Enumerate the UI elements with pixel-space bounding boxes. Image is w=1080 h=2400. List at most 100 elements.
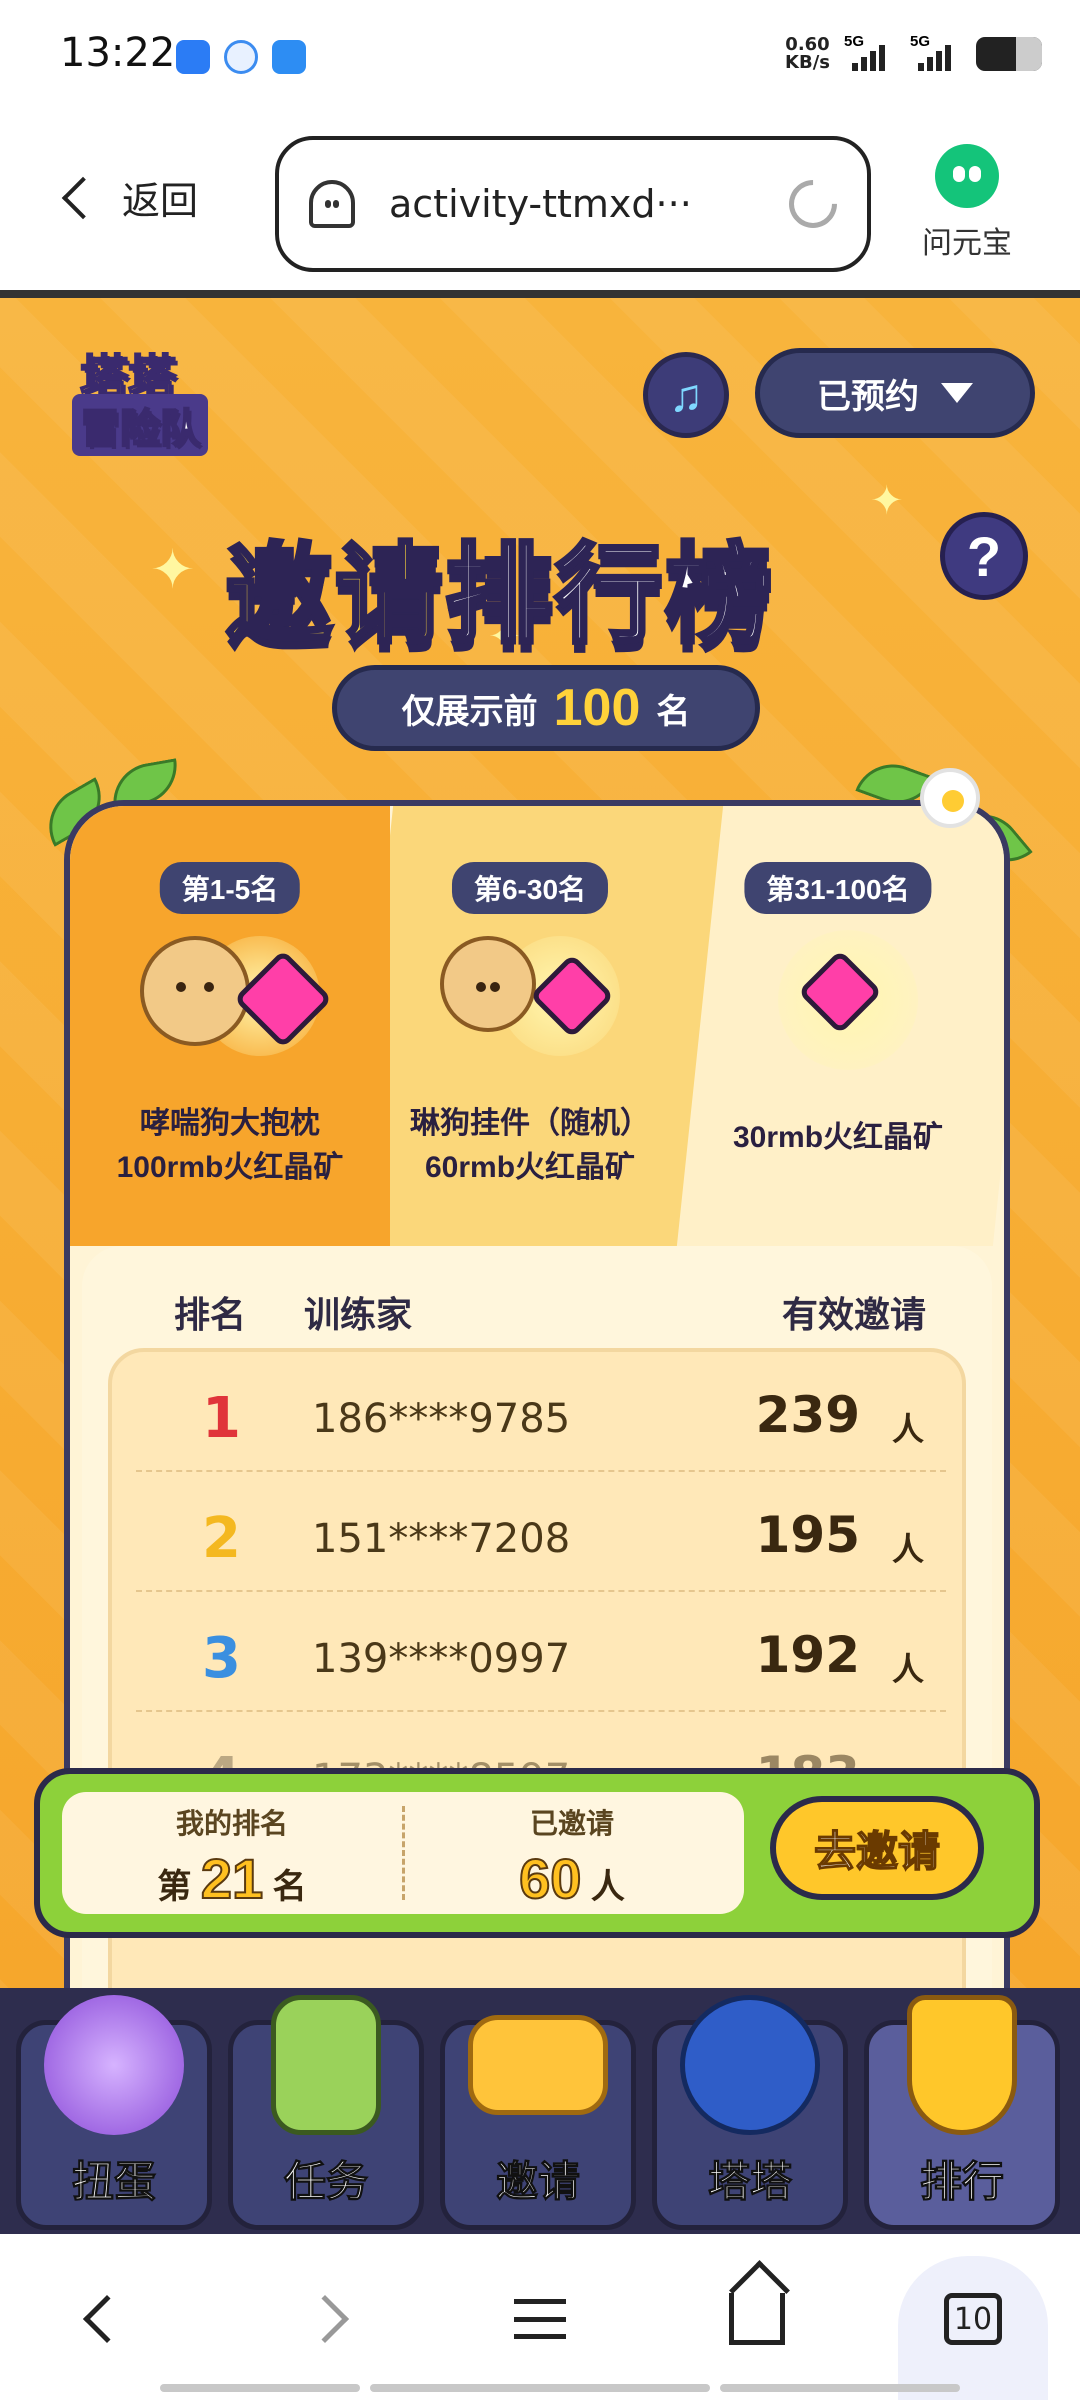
table-row: 1 186****9785 239 人 [112, 1352, 970, 1472]
signal-icon: 5G [910, 33, 962, 71]
ranking-table: 排名 训练家 有效邀请 1 186****9785 239 人 2 151***… [82, 1246, 992, 2094]
reward-image [130, 926, 333, 1066]
my-rank-bar: 我的排名 第 21 名 已邀请 60 人 去邀请 [34, 1768, 1040, 1938]
network-speed-unit: KB/s [785, 52, 830, 73]
browser-home-button[interactable] [722, 2284, 792, 2354]
address-bar[interactable]: activity-ttmxd··· [275, 136, 871, 272]
reload-icon[interactable] [779, 170, 847, 238]
rank-number: 21 [200, 1846, 264, 1911]
table-row: 2 151****7208 195 人 [112, 1472, 970, 1592]
reward-line: 30rmb火红晶矿 [732, 1121, 944, 1154]
nav-label: 任务 [283, 2158, 368, 2206]
envelope-icon [468, 2015, 608, 2115]
rank-number: 3 [202, 1626, 241, 1691]
go-invite-button[interactable]: 去邀请 [770, 1796, 984, 1900]
invite-unit: 人 [891, 1651, 924, 1687]
status-indicators: 0.60 KB/s 5G 5G [785, 33, 1042, 72]
my-rank-value: 第 21 名 [62, 1846, 402, 1911]
sparkle-icon: ✦ [870, 479, 904, 523]
browser-menu-button[interactable] [505, 2284, 575, 2354]
toolbar-divider [0, 290, 1080, 298]
reserve-dropdown-button[interactable]: 已预约 [755, 348, 1035, 438]
tata-cat-icon [680, 1995, 820, 2135]
invite-count: 192 [755, 1626, 860, 1684]
reward-image [738, 926, 938, 1070]
gesture-bar [160, 2384, 360, 2392]
clipboard-icon [271, 1995, 381, 2135]
rank-prefix: 第 [157, 1868, 192, 1906]
browser-back-button[interactable] [72, 2284, 142, 2354]
chevron-right-icon [300, 2294, 350, 2344]
menu-icon [514, 2299, 566, 2339]
my-rank-summary: 我的排名 第 21 名 已邀请 60 人 [62, 1792, 744, 1914]
help-button[interactable]: ? [940, 512, 1028, 600]
column-header-invites: 有效邀请 [781, 1294, 926, 1335]
nav-ranking[interactable]: 排行 [864, 1995, 1060, 2230]
back-button[interactable]: 返回 [56, 170, 198, 225]
reward-line: 哮喘狗大抱枕 [140, 1107, 320, 1140]
invite-unit: 人 [891, 1531, 924, 1567]
invited-label: 已邀请 [529, 1808, 614, 1839]
browser-toolbar: 返回 activity-ttmxd··· 问元宝 [0, 110, 1080, 290]
reward-tier-1: 第1-5名 哮喘狗大抱枕 100rmb火红晶矿 [70, 806, 390, 1246]
nav-label: 塔塔 [707, 2158, 792, 2206]
browser-forward-button[interactable] [290, 2284, 360, 2354]
invited-unit: 人 [590, 1868, 625, 1906]
title-part-leaderboard: 排行榜 [443, 532, 776, 657]
question-icon: ? [966, 524, 1002, 588]
network-speed: 0.60 KB/s [785, 36, 830, 72]
table-row: 3 139****0997 192 人 [112, 1592, 970, 1712]
logo-bottom-text: 冒险队 [72, 394, 208, 456]
notification-app-icon [272, 40, 306, 74]
battery-icon [976, 37, 1042, 71]
game-logo: 塔塔 冒险队 [50, 338, 246, 456]
reward-line: 100rmb火红晶矿 [116, 1151, 344, 1184]
trainer-phone: 151****7208 [312, 1516, 571, 1562]
url-text: activity-ttmxd··· [389, 182, 692, 226]
music-toggle-button[interactable]: ♫ [643, 352, 729, 438]
reward-image [430, 926, 630, 1066]
trainer-phone: 186****9785 [312, 1396, 571, 1442]
clock: 13:22 [60, 30, 176, 76]
tabs-icon: 10 [944, 2293, 1002, 2345]
nav-tata[interactable]: 塔塔 [652, 1995, 848, 2230]
signal-icon: 5G [844, 33, 896, 71]
nav-label: 邀请 [495, 2158, 580, 2206]
title-part-invite: 邀请 [223, 532, 446, 657]
invited-value: 60 人 [402, 1846, 742, 1911]
assistant-button[interactable]: 问元宝 [912, 144, 1022, 262]
music-note-icon: ♫ [668, 369, 704, 421]
game-page: 塔塔 冒险队 ♫ 已预约 ✦ ✦ ✦ 邀请排行榜 ? 仅展示前 100 名 第1… [0, 298, 1080, 2234]
trophy-icon [907, 1995, 1017, 2135]
status-bar: 13:22 0.60 KB/s 5G 5G [0, 0, 1080, 110]
my-rank-label: 我的排名 [175, 1808, 288, 1839]
reward-description: 琳狗挂件（随机） 60rmb火红晶矿 [370, 1102, 690, 1190]
chevron-left-icon [82, 2294, 132, 2344]
browser-tabs-button[interactable]: 10 [938, 2284, 1008, 2354]
dog-plush-icon [140, 936, 250, 1046]
notice-number: 100 [553, 679, 641, 737]
nav-gacha[interactable]: 扭蛋 [16, 1995, 212, 2230]
invite-count: 195 [755, 1506, 860, 1564]
reward-line: 60rmb火红晶矿 [424, 1151, 636, 1184]
chevron-left-icon [61, 176, 105, 219]
my-invites: 已邀请 60 人 [402, 1802, 742, 1911]
reward-description: 30rmb火红晶矿 [678, 1116, 998, 1160]
tier-badge: 第1-5名 [159, 862, 301, 914]
tier-badge: 第31-100名 [744, 862, 932, 914]
gesture-bar [720, 2384, 960, 2392]
nav-tasks[interactable]: 任务 [228, 1995, 424, 2230]
yuanbao-icon [935, 144, 999, 208]
invited-count: 60 [518, 1846, 582, 1911]
reward-tier-3: 第31-100名 30rmb火红晶矿 [678, 806, 998, 1246]
top-100-notice: 仅展示前 100 名 [332, 665, 760, 751]
tier-badge: 第6-30名 [451, 862, 609, 914]
my-rank: 我的排名 第 21 名 [62, 1802, 402, 1911]
nav-label: 排行 [919, 2158, 1004, 2206]
nav-invite[interactable]: 邀请 [440, 2015, 636, 2230]
notice-prefix: 仅展示前 [401, 692, 538, 731]
back-label: 返回 [122, 181, 199, 223]
notification-app-icon [176, 40, 210, 74]
assistant-label: 问元宝 [922, 227, 1012, 260]
column-header-rank: 排名 [174, 1294, 247, 1335]
